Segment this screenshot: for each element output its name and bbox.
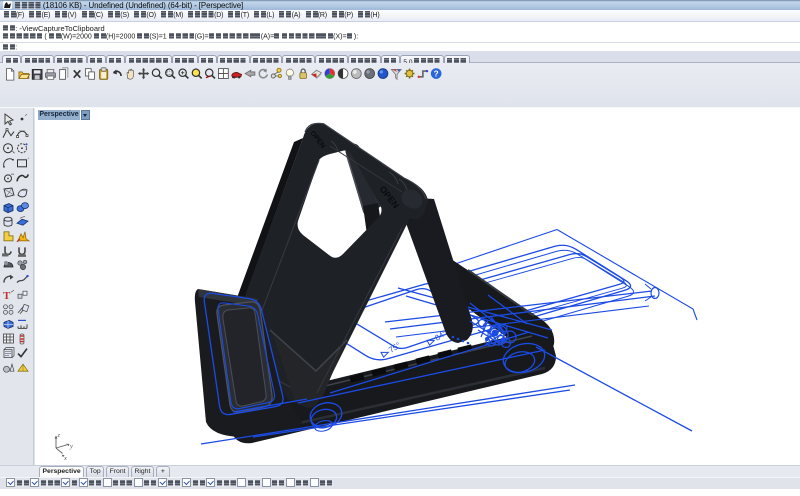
svg-text:x: x <box>63 455 67 462</box>
svg-text:y: y <box>69 443 73 450</box>
svg-text:75°: 75° <box>387 341 402 355</box>
svg-text:z: z <box>57 432 61 439</box>
svg-text:?: ? <box>434 69 439 78</box>
svg-text:T: T <box>3 290 11 302</box>
